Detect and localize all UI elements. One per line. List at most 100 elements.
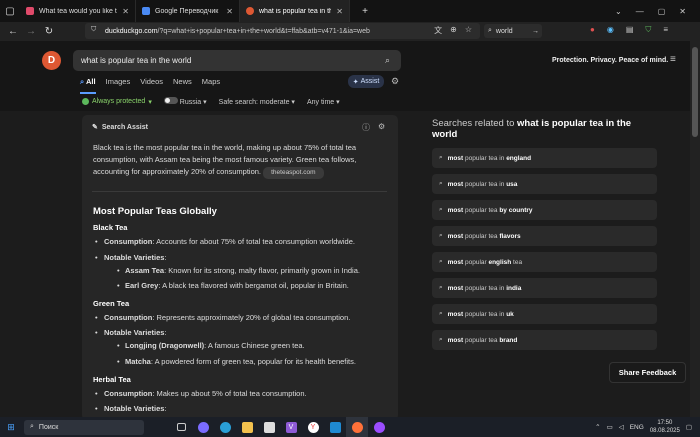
tray-chevron-icon[interactable]: ⌃ bbox=[595, 423, 600, 431]
close-tab-icon[interactable]: ✕ bbox=[226, 7, 233, 16]
list-item: Consumption: Accounts for about 75% of t… bbox=[95, 237, 355, 246]
hamburger-menu-icon[interactable]: ≡ bbox=[670, 54, 676, 65]
related-title: Searches related to what is popular tea … bbox=[432, 118, 632, 140]
taskbar-search[interactable]: ⌕ Поиск bbox=[24, 419, 144, 435]
file-explorer-icon[interactable] bbox=[236, 417, 258, 437]
duckduckgo-logo-icon[interactable]: D bbox=[42, 51, 61, 70]
source-chip[interactable]: theteaspot.com bbox=[263, 167, 324, 179]
duckduckgo-favicon-icon bbox=[246, 7, 254, 15]
search-assist-header: ✎ Search Assist bbox=[92, 123, 148, 132]
close-window-icon[interactable]: ✕ bbox=[679, 7, 686, 16]
windows-taskbar: ⊞ ⌕ Поиск V Y ⌃ ▭ ◁ ENG 17:50 08.08.2025 ▢ bbox=[0, 417, 700, 437]
google-translate-favicon-icon bbox=[142, 7, 150, 15]
search-icon: ⌕ bbox=[30, 423, 34, 430]
search-icon: ⌕ bbox=[439, 284, 443, 291]
back-arrow-icon[interactable]: ← bbox=[4, 26, 22, 37]
language-indicator[interactable]: ENG bbox=[630, 424, 644, 431]
tab-maps[interactable]: Maps bbox=[202, 77, 220, 94]
region-dropdown[interactable]: Russia ▾ bbox=[163, 97, 207, 106]
clock[interactable]: 17:50 08.08.2025 bbox=[650, 419, 680, 435]
safe-search-dropdown[interactable]: Safe search: moderate ▾ bbox=[219, 98, 295, 106]
copilot-icon[interactable] bbox=[192, 417, 214, 437]
list-item: Earl Grey: A black tea flavored with ber… bbox=[117, 281, 349, 290]
task-view-icon[interactable] bbox=[170, 417, 192, 437]
edge-icon[interactable] bbox=[214, 417, 236, 437]
scrollbar-thumb[interactable] bbox=[692, 47, 698, 137]
tab-news[interactable]: News bbox=[173, 77, 192, 94]
share-feedback-button[interactable]: Share Feedback bbox=[609, 362, 686, 383]
bookmark-star-icon[interactable]: ☆ bbox=[465, 25, 472, 36]
menu-icon[interactable]: ≡ bbox=[663, 25, 668, 35]
tab-images[interactable]: Images bbox=[106, 77, 131, 94]
black-tea-heading: Black Tea bbox=[93, 223, 128, 232]
close-tab-icon[interactable]: ✕ bbox=[336, 7, 343, 16]
info-icon[interactable]: ⓘ bbox=[362, 122, 370, 133]
browser-tab-3[interactable]: what is popular tea in the world ✕ bbox=[240, 0, 350, 22]
vpn-extension-icon[interactable]: ◉ bbox=[607, 25, 614, 35]
search-icon: ⌕ bbox=[439, 258, 443, 265]
vscode-icon[interactable] bbox=[324, 417, 346, 437]
time-dropdown[interactable]: Any time ▾ bbox=[307, 98, 340, 106]
new-tab-button[interactable]: + bbox=[356, 6, 374, 17]
protection-dropdown[interactable]: Always protected ▾ bbox=[82, 98, 152, 106]
forward-arrow-icon[interactable]: → bbox=[22, 26, 40, 37]
related-item[interactable]: ⌕ most popular tea in england bbox=[432, 148, 657, 168]
page-scrollbar[interactable] bbox=[690, 41, 700, 417]
tab-videos[interactable]: Videos bbox=[140, 77, 163, 94]
settings-gear-icon[interactable]: ⚙ bbox=[391, 76, 399, 87]
notifications-icon[interactable]: ▢ bbox=[686, 423, 692, 431]
search-icon: ⌕ bbox=[439, 206, 443, 213]
tab-list-chevron-icon[interactable]: ⌄ bbox=[615, 7, 622, 16]
related-item[interactable]: ⌕ most popular english tea bbox=[432, 252, 657, 272]
visual-studio-icon[interactable]: V bbox=[280, 417, 302, 437]
minimize-window-icon[interactable]: — bbox=[636, 7, 644, 16]
assist-button[interactable]: ✦ Assist bbox=[348, 75, 384, 88]
extension-icon[interactable]: ● bbox=[590, 25, 595, 35]
maximize-window-icon[interactable]: ▢ bbox=[658, 7, 666, 16]
region-toggle[interactable] bbox=[163, 97, 178, 104]
green-tea-heading: Green Tea bbox=[93, 299, 130, 308]
volume-icon[interactable]: ◁ bbox=[619, 423, 624, 431]
search-icon: ⌕ bbox=[439, 232, 443, 239]
browser-tab-2[interactable]: Google Переводчик ✕ bbox=[136, 0, 240, 22]
list-item: Notable Varieties: bbox=[95, 328, 166, 337]
web-page: D what is popular tea in the world ⌕ Pro… bbox=[0, 41, 690, 417]
search-go-arrow-icon[interactable]: → bbox=[532, 28, 539, 35]
settings-gear-icon[interactable]: ⚙ bbox=[378, 122, 385, 131]
herbal-tea-heading: Herbal Tea bbox=[93, 375, 131, 384]
translate-icon[interactable]: 文 bbox=[434, 25, 442, 36]
windows-start-icon[interactable]: ⊞ bbox=[0, 422, 22, 433]
search-icon[interactable]: ⌕ bbox=[385, 55, 390, 66]
related-item[interactable]: ⌕ most popular tea brand bbox=[432, 330, 657, 350]
tor-browser-icon[interactable] bbox=[368, 417, 390, 437]
shield-extension-icon[interactable]: ⛉ bbox=[645, 25, 651, 35]
related-item[interactable]: ⌕ most popular tea in usa bbox=[432, 174, 657, 194]
query-input[interactable]: what is popular tea in the world bbox=[73, 50, 401, 71]
network-icon[interactable]: ▭ bbox=[607, 423, 613, 431]
browser-toolbar: ← → ↻ ⛉ duckduckgo.com/?q=what+is+popula… bbox=[0, 22, 700, 41]
reddit-favicon-icon bbox=[26, 7, 34, 15]
search-field[interactable]: ⌕ world → bbox=[484, 24, 542, 38]
related-item[interactable]: ⌕ most popular tea in india bbox=[432, 278, 657, 298]
list-item: Consumption: Makes up about 5% of total … bbox=[95, 389, 307, 398]
tab-all[interactable]: ⌕ All bbox=[80, 77, 96, 94]
store-icon[interactable] bbox=[258, 417, 280, 437]
related-item[interactable]: ⌕ most popular tea in uk bbox=[432, 304, 657, 324]
related-item[interactable]: ⌕ most popular tea by country bbox=[432, 200, 657, 220]
yandex-browser-icon[interactable]: Y bbox=[302, 417, 324, 437]
bookmarks-icon[interactable]: ▤ bbox=[626, 25, 634, 35]
tab-bar: ▢ What tea would you like to try? ✕ Goog… bbox=[0, 0, 700, 22]
browser-tab-1[interactable]: What tea would you like to try? ✕ bbox=[20, 0, 136, 22]
firefox-icon[interactable] bbox=[346, 417, 368, 437]
related-item[interactable]: ⌕ most popular tea flavors bbox=[432, 226, 657, 246]
search-icon: ⌕ bbox=[439, 310, 443, 317]
list-item: Matcha: A powdered form of green tea, po… bbox=[117, 357, 356, 366]
tab-overview-icon[interactable]: ▢ bbox=[0, 6, 20, 17]
search-tabs: ⌕ All Images Videos News Maps bbox=[80, 77, 220, 94]
reload-icon[interactable]: ↻ bbox=[40, 26, 58, 37]
answer-intro: Black tea is the most popular tea in the… bbox=[93, 142, 383, 179]
close-tab-icon[interactable]: ✕ bbox=[122, 7, 129, 16]
address-bar[interactable]: ⛉ duckduckgo.com/?q=what+is+popular+tea+… bbox=[85, 23, 480, 39]
zoom-icon[interactable]: ⊕ bbox=[450, 25, 457, 36]
check-icon bbox=[82, 98, 89, 105]
